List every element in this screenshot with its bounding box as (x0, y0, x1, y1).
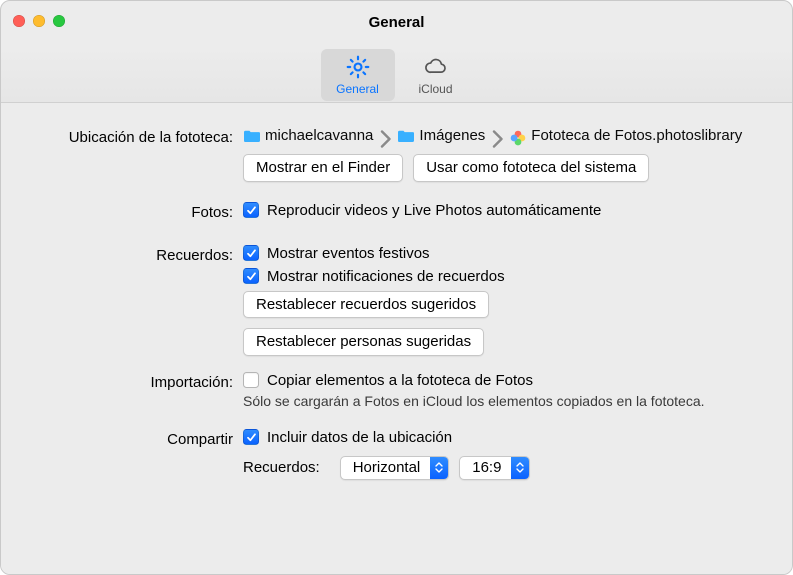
aspect-ratio-popup[interactable]: 16:9 (459, 456, 530, 480)
library-location-row: Ubicación de la fototeca: michaelcavanna (19, 127, 774, 182)
path-segment-library[interactable]: Fototeca de Fotos.photoslibrary (509, 127, 742, 144)
orientation-value: Horizontal (341, 459, 431, 476)
show-holidays-label: Mostrar eventos festivos (267, 245, 430, 262)
use-as-system-library-button[interactable]: Usar como fototeca del sistema (413, 154, 649, 182)
path-pictures-text: Imágenes (419, 127, 485, 144)
share-label: Compartir (19, 429, 243, 448)
memories-label: Recuerdos: (19, 245, 243, 264)
tab-general-label: General (336, 82, 379, 96)
orientation-popup[interactable]: Horizontal (340, 456, 450, 480)
show-in-finder-button[interactable]: Mostrar en el Finder (243, 154, 403, 182)
memories-popup-label: Recuerdos: (243, 459, 320, 476)
share-row: Compartir Incluir datos de la ubicación … (19, 429, 774, 480)
reset-suggested-memories-button[interactable]: Restablecer recuerdos sugeridos (243, 291, 489, 319)
photos-row: Fotos: Reproducir videos y Live Photos a… (19, 202, 774, 225)
reset-suggested-people-button[interactable]: Restablecer personas sugeridas (243, 328, 484, 356)
content-area: Ubicación de la fototeca: michaelcavanna (1, 103, 792, 574)
preferences-window: General General iCloud Ubicación d (0, 0, 793, 575)
include-location-label: Incluir datos de la ubicación (267, 429, 452, 446)
import-hint-text: Sólo se cargarán a Fotos en iCloud los e… (243, 393, 774, 409)
tab-icloud-label: iCloud (418, 82, 452, 96)
photos-library-icon (509, 129, 527, 143)
folder-icon (397, 129, 415, 143)
import-row: Importación: Copiar elementos a la fotot… (19, 372, 774, 409)
path-library-text: Fototeca de Fotos.photoslibrary (531, 127, 742, 144)
library-location-label: Ubicación de la fototeca: (19, 127, 243, 146)
memories-row: Recuerdos: Mostrar eventos festivos Most… (19, 245, 774, 366)
path-user-text: michaelcavanna (265, 127, 373, 144)
copy-to-library-label: Copiar elementos a la fototeca de Fotos (267, 372, 533, 389)
path-segment-pictures[interactable]: Imágenes (397, 127, 485, 144)
titlebar: General (1, 1, 792, 47)
copy-to-library-checkbox[interactable] (243, 372, 259, 388)
include-location-checkbox[interactable] (243, 429, 259, 445)
folder-icon (243, 129, 261, 143)
autoplay-checkbox[interactable] (243, 202, 259, 218)
aspect-value: 16:9 (460, 459, 511, 476)
library-path-breadcrumb: michaelcavanna Imágenes (243, 127, 774, 144)
show-holidays-checkbox[interactable] (243, 245, 259, 261)
window-title: General (1, 14, 792, 31)
show-memory-notifications-label: Mostrar notificaciones de recuerdos (267, 268, 505, 285)
show-memory-notifications-checkbox[interactable] (243, 268, 259, 284)
import-label: Importación: (19, 372, 243, 391)
popup-arrows-icon (430, 457, 448, 479)
photos-label: Fotos: (19, 202, 243, 221)
tab-icloud[interactable]: iCloud (399, 49, 473, 101)
chevron-right-icon (491, 130, 503, 142)
tab-general[interactable]: General (321, 49, 395, 101)
cloud-icon (423, 54, 449, 80)
popup-arrows-icon (511, 457, 529, 479)
gear-icon (345, 54, 371, 80)
toolbar: General iCloud (1, 47, 792, 103)
chevron-right-icon (379, 130, 391, 142)
autoplay-label: Reproducir videos y Live Photos automáti… (267, 202, 601, 219)
path-segment-user[interactable]: michaelcavanna (243, 127, 373, 144)
